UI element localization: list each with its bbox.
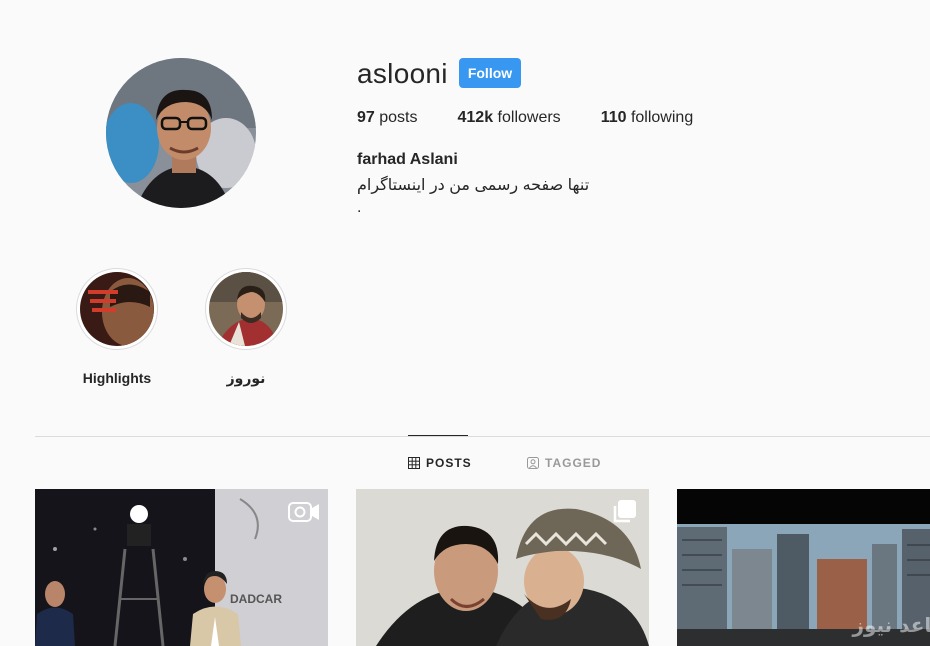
- highlight-item-highlights[interactable]: Highlights: [75, 268, 159, 386]
- post-thumbnail[interactable]: [356, 489, 649, 646]
- highlight-cover-image: [209, 272, 283, 346]
- profile-bio-line2: .: [357, 199, 362, 216]
- followers-count-value: 412k: [457, 109, 494, 126]
- posts-count: 97 posts: [357, 109, 418, 127]
- post-image: [356, 489, 649, 646]
- tabs-divider: [35, 436, 930, 437]
- profile-avatar[interactable]: [106, 58, 256, 208]
- carousel-icon: [613, 500, 636, 523]
- tab-tagged-label: TAGGED: [545, 456, 602, 470]
- highlight-ring: [205, 268, 287, 350]
- tab-posts[interactable]: POSTS: [408, 456, 472, 470]
- followers-link[interactable]: 412k followers: [458, 109, 561, 127]
- video-icon: [288, 502, 319, 522]
- profile-full-name: farhad Aslani: [357, 151, 458, 168]
- highlight-cover-image: [80, 272, 154, 346]
- following-count-value: 110: [600, 109, 627, 126]
- grid-icon: [408, 457, 420, 469]
- highlight-item-nowruz[interactable]: نوروز: [204, 268, 288, 387]
- tab-tagged[interactable]: TAGGED: [527, 456, 601, 470]
- profile-bio: تنها صفحه رسمی من در اینستاگرام: [357, 177, 590, 194]
- following-count-label: following: [630, 109, 694, 126]
- avatar-photo: [106, 58, 256, 208]
- post-thumbnail[interactable]: ساعد نیوز: [677, 489, 930, 646]
- follow-button[interactable]: Follow: [459, 58, 521, 88]
- followers-count-label: followers: [497, 109, 561, 126]
- following-link[interactable]: 110 following: [601, 109, 694, 127]
- tagged-icon: [527, 457, 539, 469]
- profile-username: aslooni: [357, 58, 448, 89]
- post-watermark: ساعد نیوز: [851, 613, 930, 637]
- highlight-ring: [76, 268, 158, 350]
- posts-count-label: posts: [379, 109, 418, 126]
- posts-count-value: 97: [357, 109, 375, 126]
- tab-posts-label: POSTS: [426, 456, 472, 470]
- highlight-cover: [209, 272, 283, 346]
- post-image: DADCAR: [35, 489, 328, 646]
- active-tab-indicator: [408, 435, 468, 436]
- profile-stats: 97 posts 412k followers 110 following: [357, 109, 693, 127]
- post-image: ساعد نیوز: [677, 489, 930, 646]
- post-stage-text: DADCAR: [230, 592, 282, 606]
- highlight-label: Highlights: [82, 370, 152, 386]
- highlight-label: نوروز: [226, 370, 266, 386]
- highlight-cover: [80, 272, 154, 346]
- post-thumbnail[interactable]: DADCAR: [35, 489, 328, 646]
